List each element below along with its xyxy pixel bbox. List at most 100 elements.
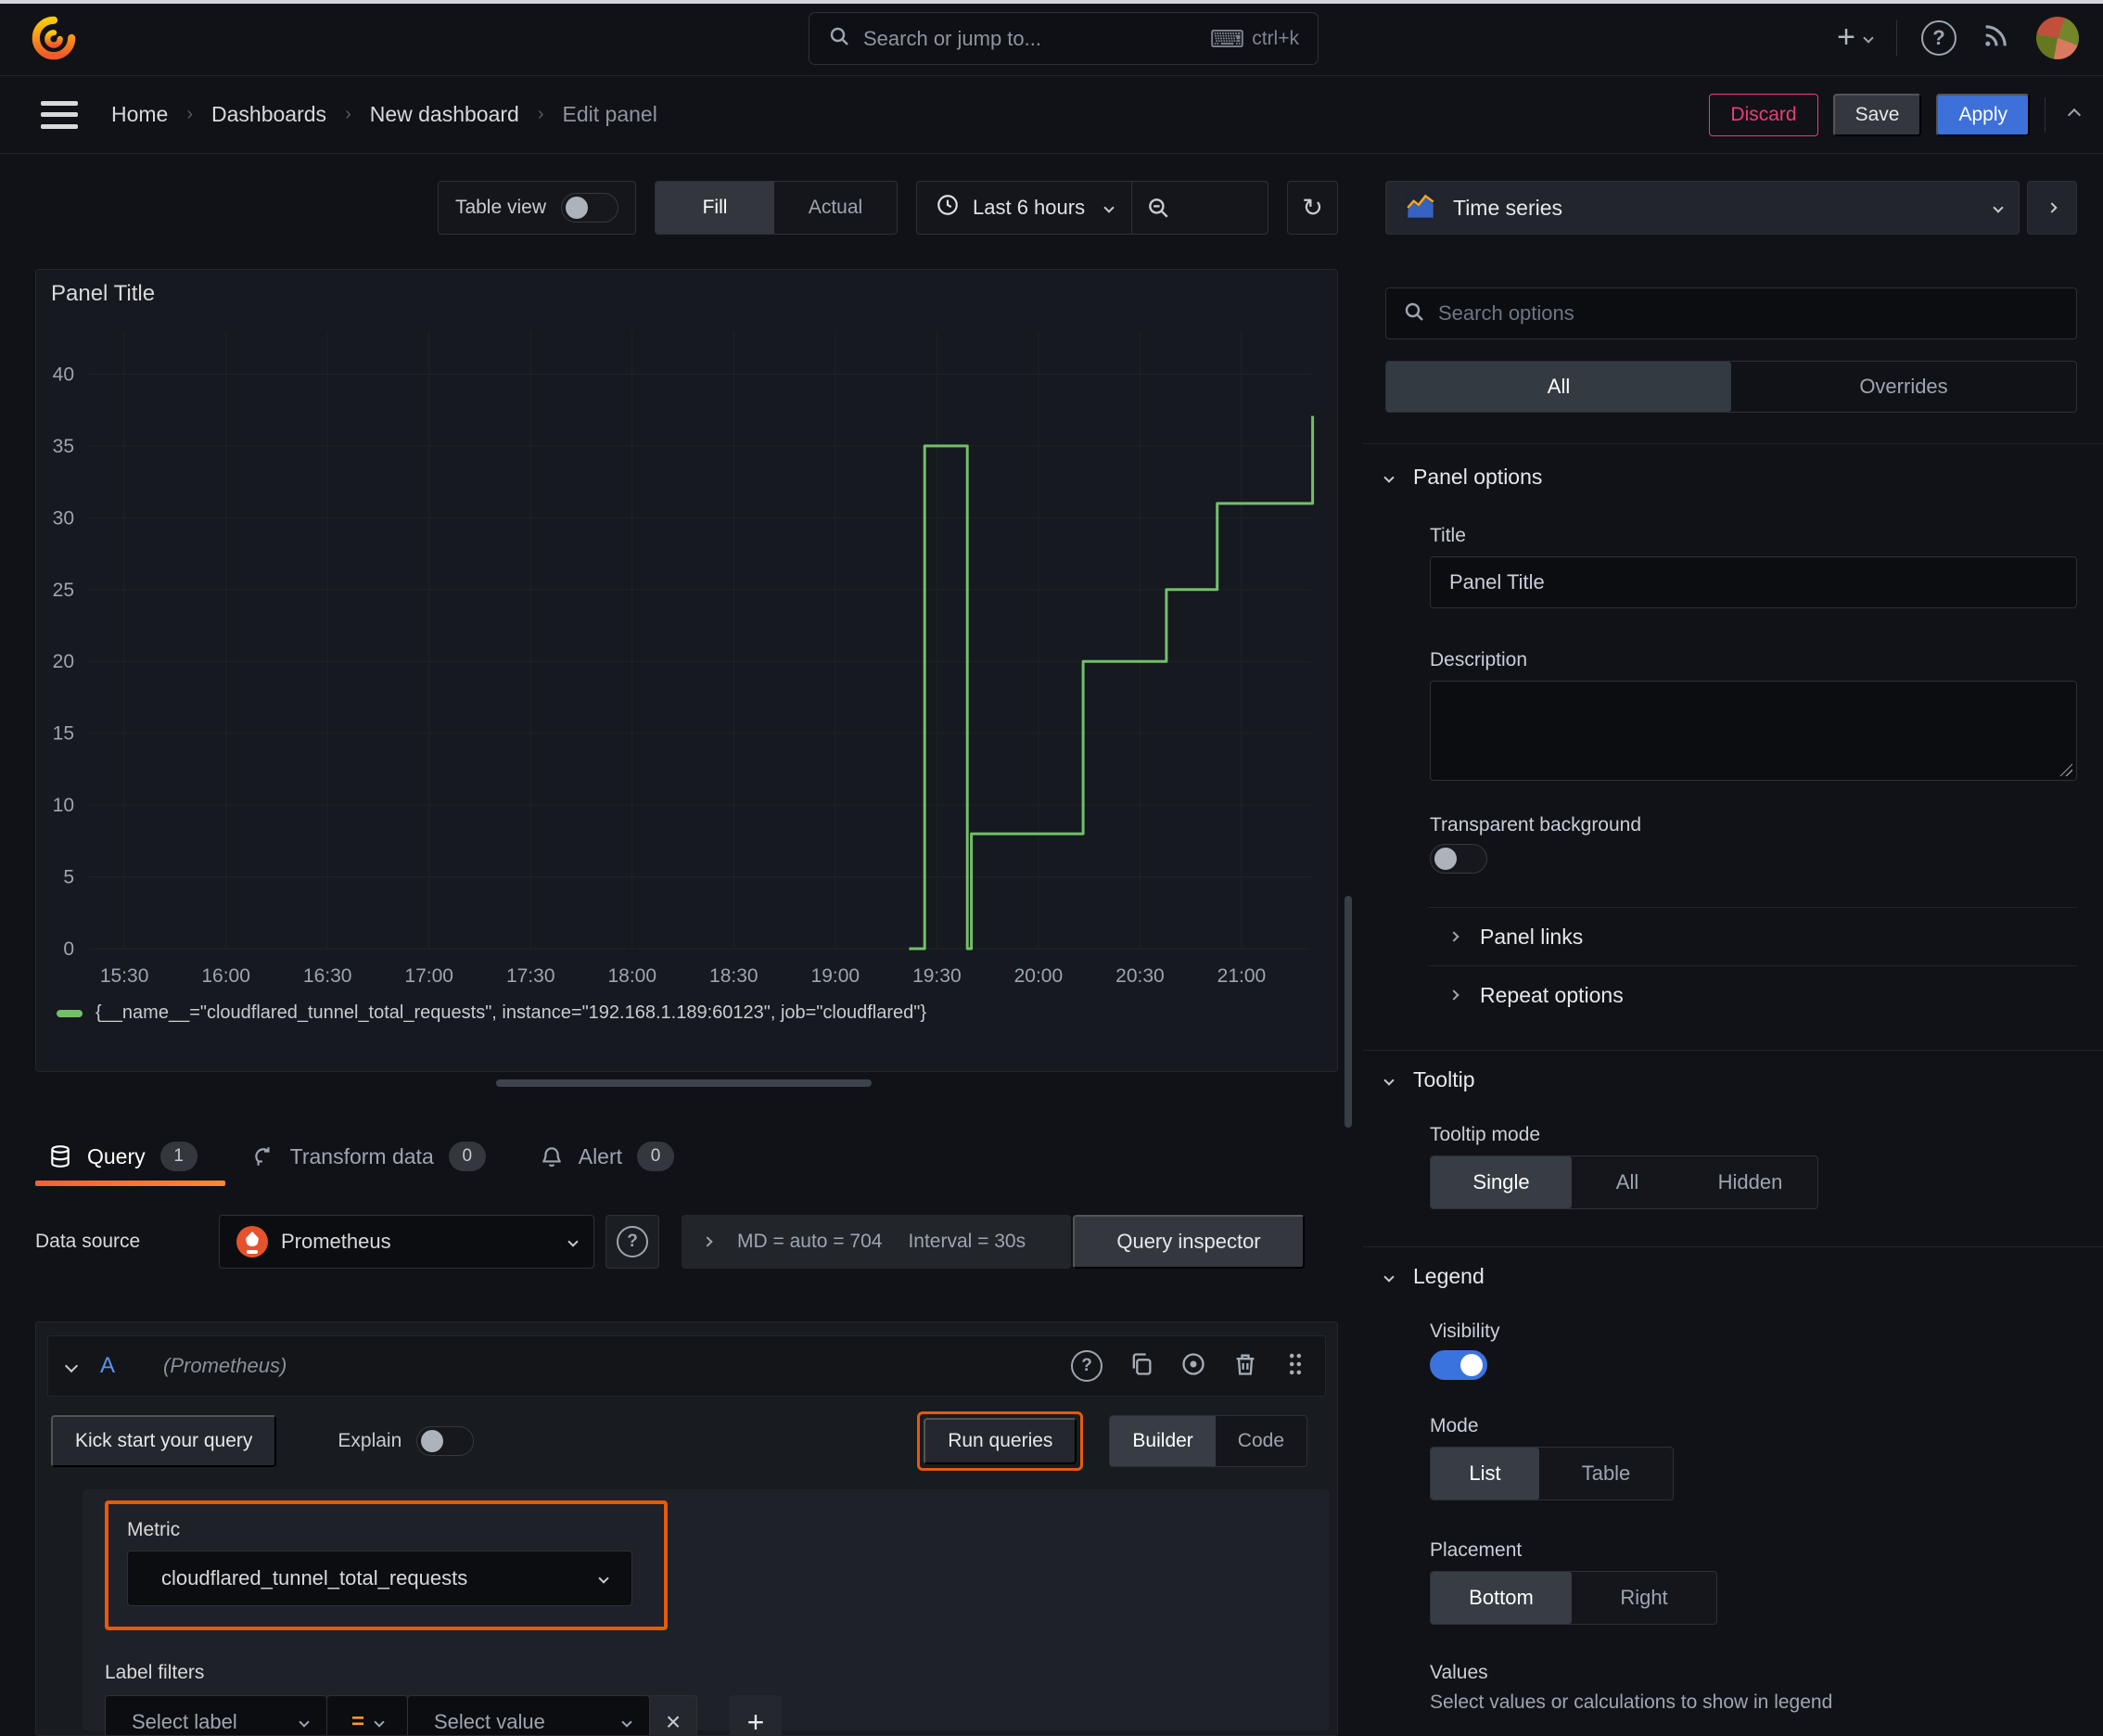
duplicate-query-icon[interactable] <box>1128 1351 1154 1382</box>
panel-links-section-header[interactable]: Panel links <box>1430 908 2077 965</box>
tab-query-count: 1 <box>159 1142 198 1171</box>
refresh-button[interactable]: ↻ <box>1287 181 1338 235</box>
datasource-help-button[interactable]: ? <box>605 1215 659 1269</box>
table-view-toggle[interactable] <box>561 193 618 223</box>
label-filters-block: Label filters Select label = Select valu… <box>105 1662 1307 1735</box>
visibility-label: Visibility <box>1430 1321 1500 1342</box>
actual-option[interactable]: Actual <box>774 182 897 234</box>
grafana-logo-icon[interactable] <box>32 16 76 60</box>
add-filter-button[interactable]: + <box>730 1695 782 1735</box>
collapse-query-icon[interactable] <box>64 1359 79 1373</box>
splitter-drag-handle[interactable] <box>496 1079 872 1087</box>
svg-text:21:00: 21:00 <box>1217 965 1267 987</box>
delete-query-icon[interactable] <box>1232 1351 1258 1382</box>
toggle-viz-suggestions-button[interactable] <box>2027 181 2077 235</box>
chevron-down-icon <box>598 1573 609 1584</box>
metric-highlight: Metric cloudflared_tunnel_total_requests <box>105 1500 668 1630</box>
tab-overrides[interactable]: Overrides <box>1731 362 2076 412</box>
options-search[interactable] <box>1385 287 2077 339</box>
legend-values-hint: Select values or calculations to show in… <box>1430 1691 1833 1713</box>
breadcrumb-dashboards[interactable]: Dashboards <box>211 102 326 127</box>
query-row-header[interactable]: A (Prometheus) ? <box>47 1335 1326 1397</box>
tab-transform-data[interactable]: Transform data 0 <box>238 1127 514 1186</box>
legend-section-header[interactable]: Legend <box>1383 1264 2077 1289</box>
time-range-picker[interactable]: Last 6 hours <box>917 193 1131 223</box>
search-input[interactable] <box>863 26 1197 51</box>
explain-toggle[interactable] <box>416 1426 475 1456</box>
tooltip-section-header[interactable]: Tooltip <box>1383 1067 2077 1092</box>
chevron-down-icon <box>621 1717 632 1728</box>
transform-icon <box>251 1144 275 1168</box>
svg-text:20:30: 20:30 <box>1115 965 1165 987</box>
code-option[interactable]: Code <box>1216 1416 1306 1466</box>
help-icon[interactable]: ? <box>1921 19 1956 56</box>
panel-options-section-header[interactable]: Panel options <box>1383 465 2077 490</box>
tab-alert[interactable]: Alert 0 <box>527 1127 702 1186</box>
query-toolbar: Kick start your query Explain Run querie… <box>51 1411 1326 1471</box>
options-search-input[interactable] <box>1438 301 2059 326</box>
tooltip-all-option[interactable]: All <box>1572 1156 1683 1208</box>
legend-mode-switch: List Table <box>1430 1447 1674 1500</box>
divider <box>1363 1246 2103 1247</box>
save-button[interactable]: Save <box>1832 93 1922 136</box>
menu-icon[interactable] <box>41 100 78 129</box>
legend-series-label[interactable]: {__name__="cloudflared_tunnel_total_requ… <box>96 1002 926 1024</box>
tab-query[interactable]: Query 1 <box>35 1127 225 1186</box>
panel-title-input[interactable] <box>1430 556 2077 608</box>
legend-mode-list[interactable]: List <box>1431 1448 1539 1500</box>
breadcrumb-new-dashboard[interactable]: New dashboard <box>370 102 519 127</box>
zoom-out-button[interactable] <box>1131 182 1183 234</box>
run-queries-button[interactable]: Run queries <box>924 1418 1077 1464</box>
repeat-options-section-header[interactable]: Repeat options <box>1430 966 2077 1024</box>
legend-mode-table[interactable]: Table <box>1539 1448 1673 1500</box>
select-value-dropdown[interactable]: Select value <box>407 1695 650 1735</box>
chevron-down-icon <box>1993 202 2004 213</box>
datasource-picker[interactable]: Prometheus <box>219 1215 594 1269</box>
tab-all[interactable]: All <box>1386 362 1731 412</box>
svg-text:18:30: 18:30 <box>709 965 758 987</box>
select-label-dropdown[interactable]: Select label <box>105 1695 327 1735</box>
svg-text:0: 0 <box>63 938 74 960</box>
svg-text:19:00: 19:00 <box>811 965 860 987</box>
time-range-label: Last 6 hours <box>973 196 1086 219</box>
news-icon[interactable] <box>1981 19 2012 56</box>
transparent-bg-toggle[interactable] <box>1430 844 1487 874</box>
visualization-picker[interactable]: Time series <box>1385 181 2020 235</box>
svg-text:30: 30 <box>53 507 74 529</box>
tooltip-hidden-option[interactable]: Hidden <box>1683 1156 1817 1208</box>
remove-filter-button[interactable]: × <box>649 1695 697 1735</box>
tab-query-label: Query <box>87 1143 146 1168</box>
metric-select[interactable]: cloudflared_tunnel_total_requests <box>127 1551 632 1606</box>
breadcrumb-home[interactable]: Home <box>111 102 168 127</box>
operator-dropdown[interactable]: = <box>326 1695 408 1735</box>
discard-button[interactable]: Discard <box>1709 93 1818 136</box>
user-avatar[interactable] <box>2036 16 2079 59</box>
database-icon <box>48 1144 72 1168</box>
fill-option[interactable]: Fill <box>656 182 774 234</box>
svg-text:20: 20 <box>53 651 74 672</box>
scrollbar-thumb[interactable] <box>1345 896 1352 1128</box>
drag-handle-icon[interactable] <box>1284 1351 1306 1382</box>
legend-placement-bottom[interactable]: Bottom <box>1431 1572 1572 1624</box>
builder-option[interactable]: Builder <box>1110 1416 1216 1466</box>
query-options-summary[interactable]: MD = auto = 704 Interval = 30s <box>682 1215 1071 1269</box>
chevron-right-icon <box>1448 931 1459 942</box>
query-help-icon[interactable]: ? <box>1071 1350 1102 1382</box>
tooltip-single-option[interactable]: Single <box>1431 1156 1572 1208</box>
panel-title[interactable]: Panel Title <box>51 281 155 307</box>
legend-placement-right[interactable]: Right <box>1572 1572 1716 1624</box>
description-textarea[interactable] <box>1430 681 2077 781</box>
collapse-header-icon[interactable] <box>2067 108 2082 121</box>
breadcrumb: Home › Dashboards › New dashboard › Edit… <box>111 102 657 127</box>
legend-visibility-toggle[interactable] <box>1430 1350 1487 1380</box>
add-new-button[interactable]: + <box>1837 19 1874 56</box>
resize-grip-icon[interactable] <box>2059 763 2072 776</box>
apply-button[interactable]: Apply <box>1936 93 2030 136</box>
kick-start-query-button[interactable]: Kick start your query <box>51 1415 277 1467</box>
time-series-chart[interactable]: 0 5 10 15 20 25 30 35 40 15:30 16:00 16:30 17:00 17:3… <box>45 318 1325 1004</box>
legend-swatch[interactable] <box>57 1009 83 1017</box>
global-search[interactable]: ⌨ ctrl+k <box>809 12 1319 65</box>
search-icon <box>1403 300 1425 327</box>
eye-icon[interactable] <box>1180 1351 1206 1382</box>
query-inspector-button[interactable]: Query inspector <box>1073 1215 1305 1269</box>
